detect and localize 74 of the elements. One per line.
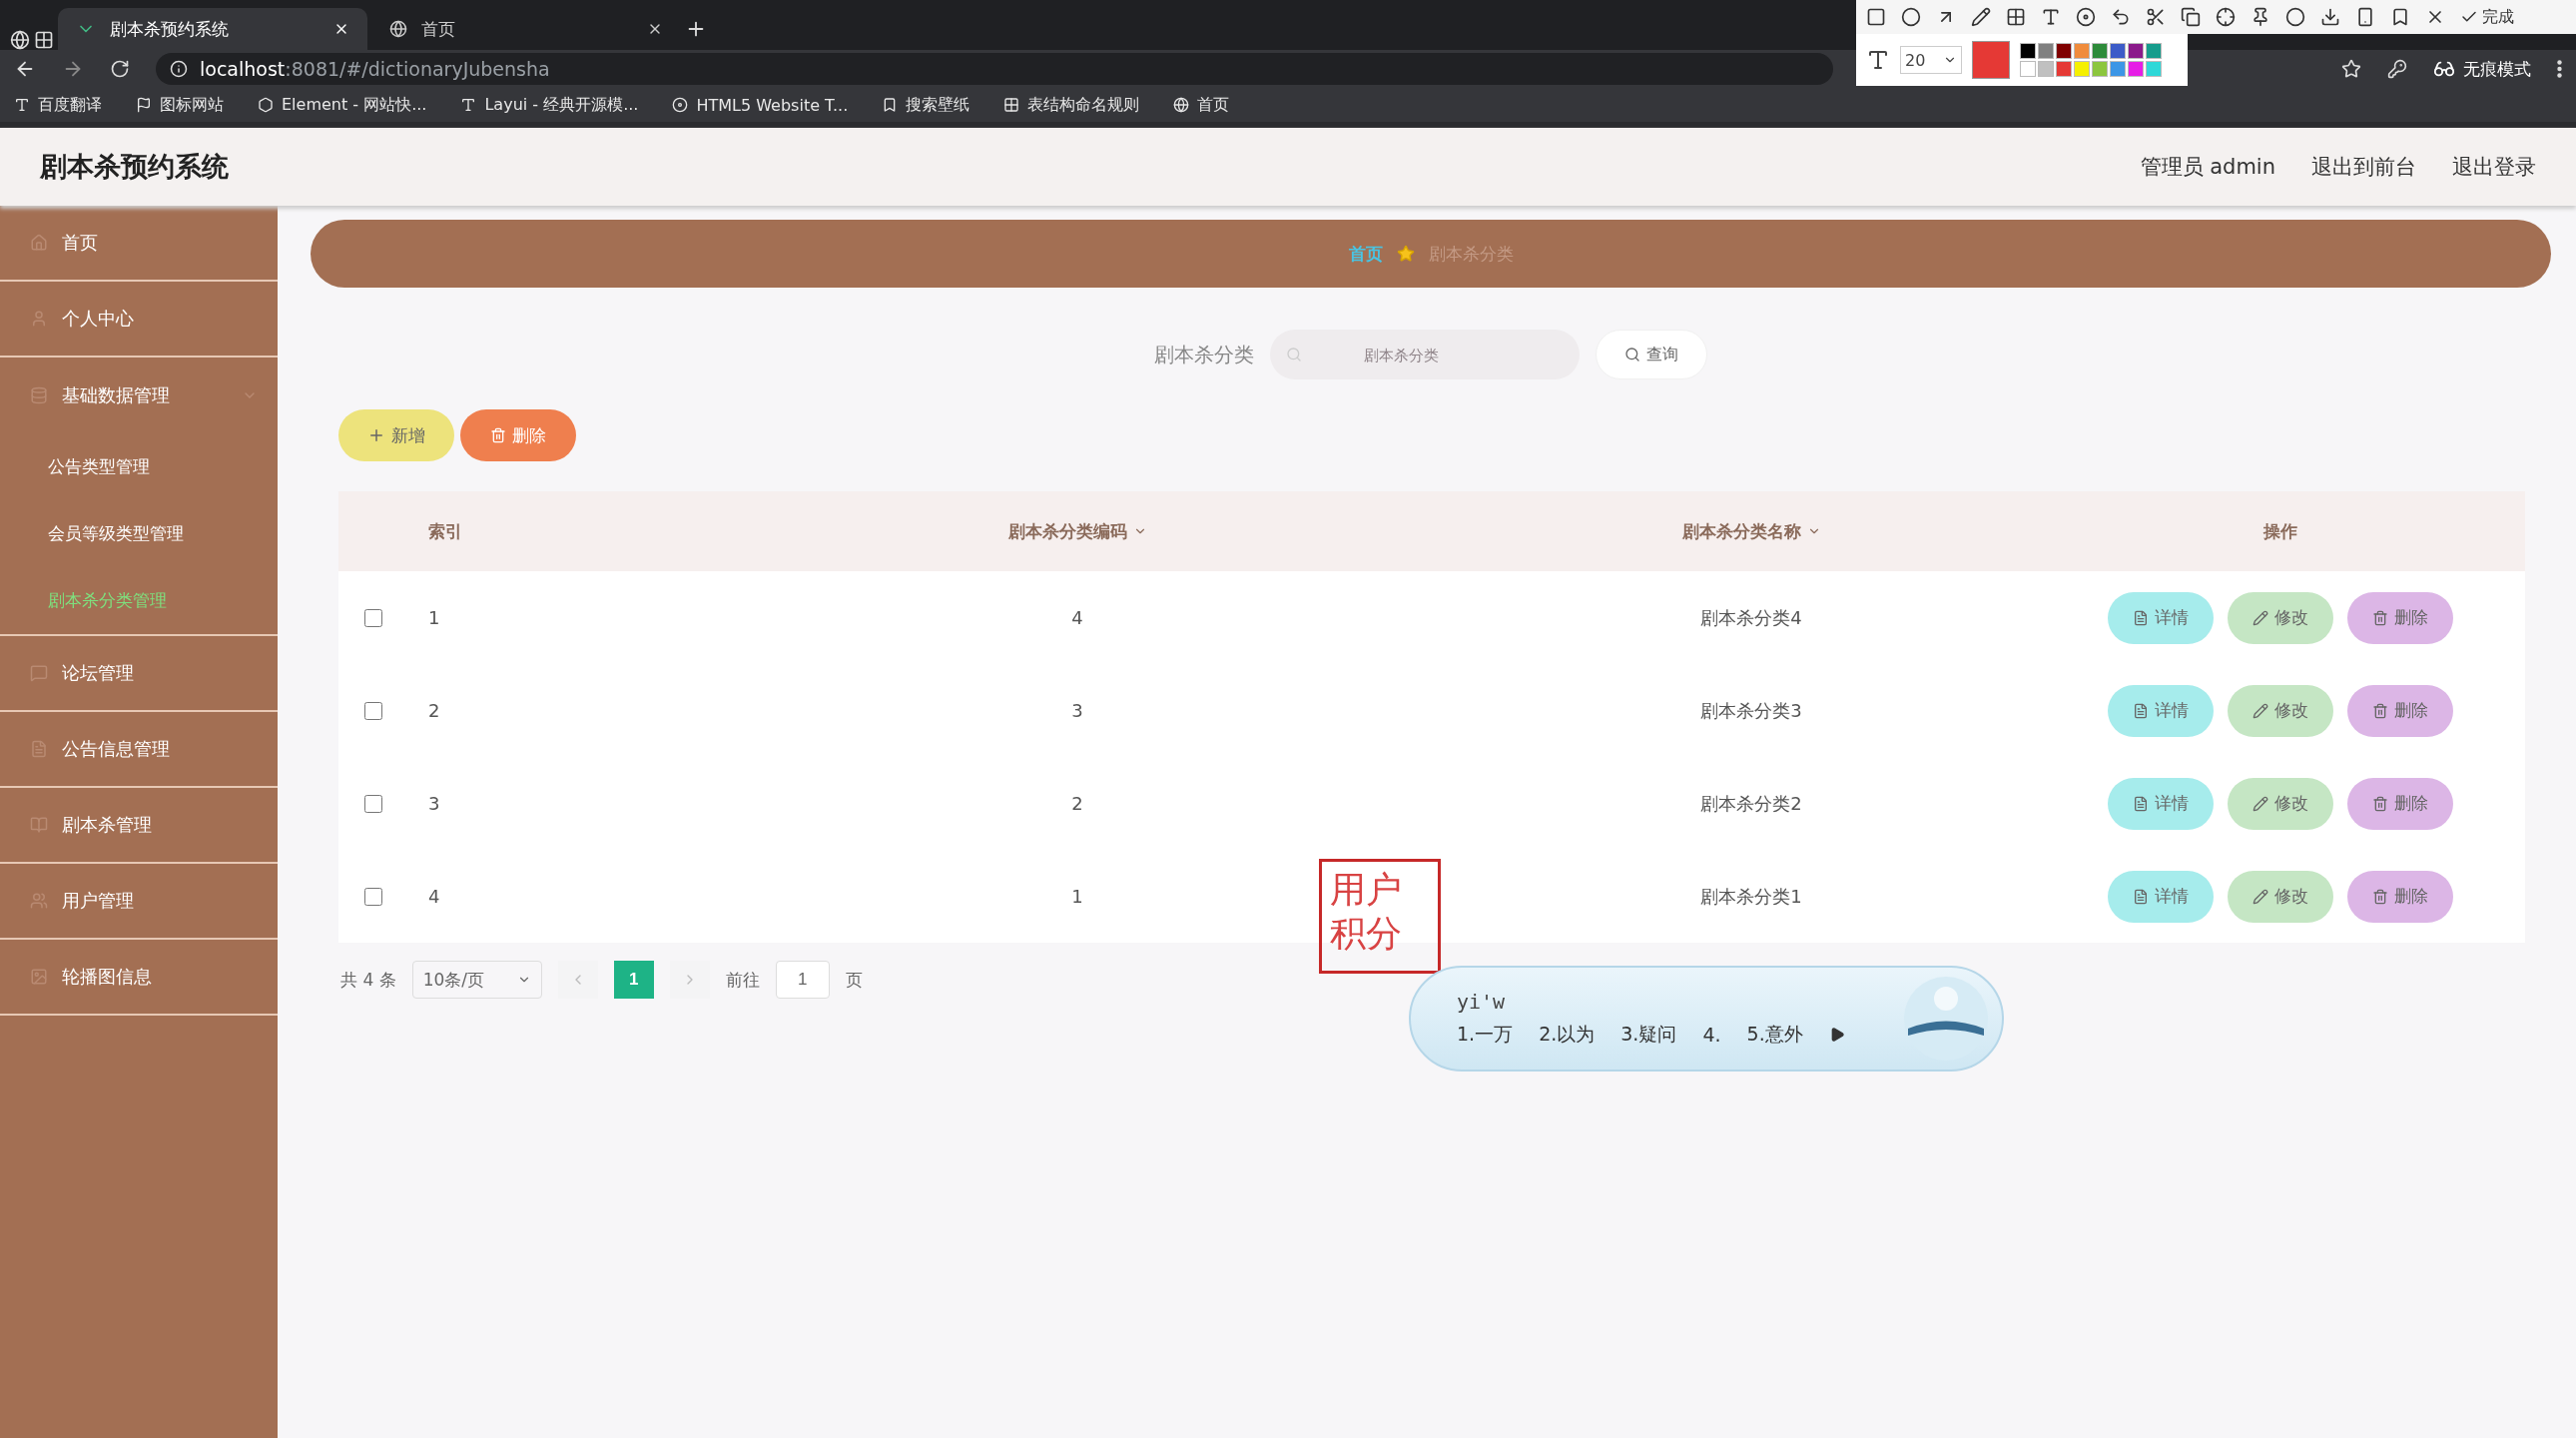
detail-button[interactable]: 详情 bbox=[2108, 684, 2214, 737]
ime-candidate[interactable]: 2.以为 bbox=[1539, 1022, 1596, 1048]
header-link[interactable]: 退出到前台 bbox=[2311, 153, 2416, 181]
app-title: 剧本杀预约系统 bbox=[40, 150, 229, 184]
bookmark-item[interactable]: Layui - 经典开源模... bbox=[460, 94, 639, 116]
header-link[interactable]: 管理员 admin bbox=[2140, 153, 2275, 181]
done-button[interactable]: 完成 bbox=[2460, 6, 2514, 28]
header-link[interactable]: 退出登录 bbox=[2452, 153, 2536, 181]
ime-candidate[interactable]: 1.一万 bbox=[1457, 1022, 1514, 1048]
submenu-item[interactable]: 剧本杀分类管理 bbox=[0, 567, 278, 634]
edit-button[interactable]: 修改 bbox=[2228, 777, 2333, 830]
menu-group[interactable]: 基础数据管理 bbox=[0, 358, 278, 433]
address-bar[interactable]: localhost:8081/#/dictionaryJubensha bbox=[156, 53, 1833, 85]
ime-candidate[interactable]: 4. bbox=[1702, 1024, 1721, 1046]
table-cell-text: 2 bbox=[428, 700, 441, 721]
table-cell-text: 3 bbox=[428, 793, 441, 814]
edit-button[interactable]: 修改 bbox=[2228, 684, 2333, 737]
bookmark-item[interactable]: 百度翻译 bbox=[14, 94, 102, 116]
menu-item[interactable]: 首页 bbox=[0, 206, 278, 282]
bookmark-item[interactable]: 首页 bbox=[1173, 94, 1230, 116]
column-header[interactable]: 剧本杀分类名称 bbox=[1681, 519, 1821, 543]
submenu-item[interactable]: 会员等级类型管理 bbox=[0, 500, 278, 567]
menu-item[interactable]: 用户管理 bbox=[0, 864, 278, 940]
browser-tab[interactable]: 首页 bbox=[371, 8, 681, 50]
table-cell: 4 bbox=[1071, 607, 1083, 628]
page-input[interactable]: 1 bbox=[775, 961, 830, 999]
submenu-item[interactable]: 公告类型管理 bbox=[0, 433, 278, 500]
column-header[interactable]: 剧本杀分类编码 bbox=[1007, 519, 1147, 543]
detail-button[interactable]: 详情 bbox=[2108, 591, 2214, 644]
font-size-select[interactable]: 20 bbox=[1900, 46, 1962, 74]
page-size-select[interactable]: 10条/页 bbox=[411, 961, 542, 999]
search-label: 剧本杀分类 bbox=[1154, 341, 1254, 368]
bookmark-item[interactable]: 搜索壁纸 bbox=[882, 94, 970, 116]
add-button[interactable]: 新增 bbox=[338, 409, 454, 461]
edit-button[interactable]: 修改 bbox=[2228, 870, 2333, 923]
table-cell: 剧本杀分类1 bbox=[1700, 884, 1802, 909]
table-cell: 剧本杀分类3 bbox=[1700, 698, 1802, 723]
menu-item[interactable]: 论坛管理 bbox=[0, 636, 278, 712]
menu-item[interactable]: 公告信息管理 bbox=[0, 712, 278, 788]
delete-button[interactable]: 删除 bbox=[2347, 777, 2453, 830]
delete-button[interactable]: 删除 bbox=[2347, 870, 2453, 923]
table-cell-text: 1 bbox=[428, 607, 441, 628]
page-button[interactable]: 1 bbox=[613, 961, 654, 999]
table-cell-text: 4 bbox=[428, 886, 441, 907]
page-suffix: 页 bbox=[845, 968, 863, 992]
ime-candidate[interactable]: 3.疑问 bbox=[1620, 1022, 1677, 1048]
table-cell: 3 bbox=[1071, 700, 1083, 721]
ime-candidate[interactable]: 5.意外 bbox=[1746, 1022, 1803, 1048]
incognito-badge[interactable]: 无痕模式 bbox=[2433, 57, 2531, 81]
browser-tab[interactable]: 剧本杀预约系统 bbox=[58, 8, 367, 50]
ime-input-text: yi'w bbox=[1457, 990, 1507, 1014]
table-cell: 2 bbox=[1071, 793, 1083, 814]
menu-item[interactable]: 个人中心 bbox=[0, 282, 278, 358]
bookmark-item[interactable]: 图标网站 bbox=[136, 94, 224, 116]
table-cell: 1 bbox=[1071, 886, 1083, 907]
query-button[interactable]: 查询 bbox=[1596, 330, 1707, 379]
table-cell: 剧本杀分类4 bbox=[1700, 605, 1802, 630]
column-header: 索引 bbox=[428, 519, 463, 543]
menu-item[interactable]: 轮播图信息 bbox=[0, 940, 278, 1016]
bookmark-item[interactable]: HTML5 Website T... bbox=[672, 95, 849, 115]
bookmark-item[interactable]: 表结构命名规则 bbox=[1003, 94, 1140, 116]
detail-button[interactable]: 详情 bbox=[2108, 777, 2214, 830]
column-header: 操作 bbox=[2263, 519, 2297, 543]
goto-label: 前往 bbox=[725, 968, 760, 992]
detail-button[interactable]: 详情 bbox=[2108, 870, 2214, 923]
url-text: localhost:8081/#/dictionaryJubensha bbox=[200, 58, 550, 80]
table-cell: 剧本杀分类2 bbox=[1700, 791, 1802, 816]
total-count: 共 4 条 bbox=[340, 968, 396, 992]
delete-button[interactable]: 删除 bbox=[460, 409, 576, 461]
menu-item[interactable]: 剧本杀管理 bbox=[0, 788, 278, 864]
edit-button[interactable]: 修改 bbox=[2228, 591, 2333, 644]
delete-button[interactable]: 删除 bbox=[2347, 591, 2453, 644]
delete-button[interactable]: 删除 bbox=[2347, 684, 2453, 737]
bookmark-item[interactable]: Element - 网站快... bbox=[258, 94, 427, 116]
